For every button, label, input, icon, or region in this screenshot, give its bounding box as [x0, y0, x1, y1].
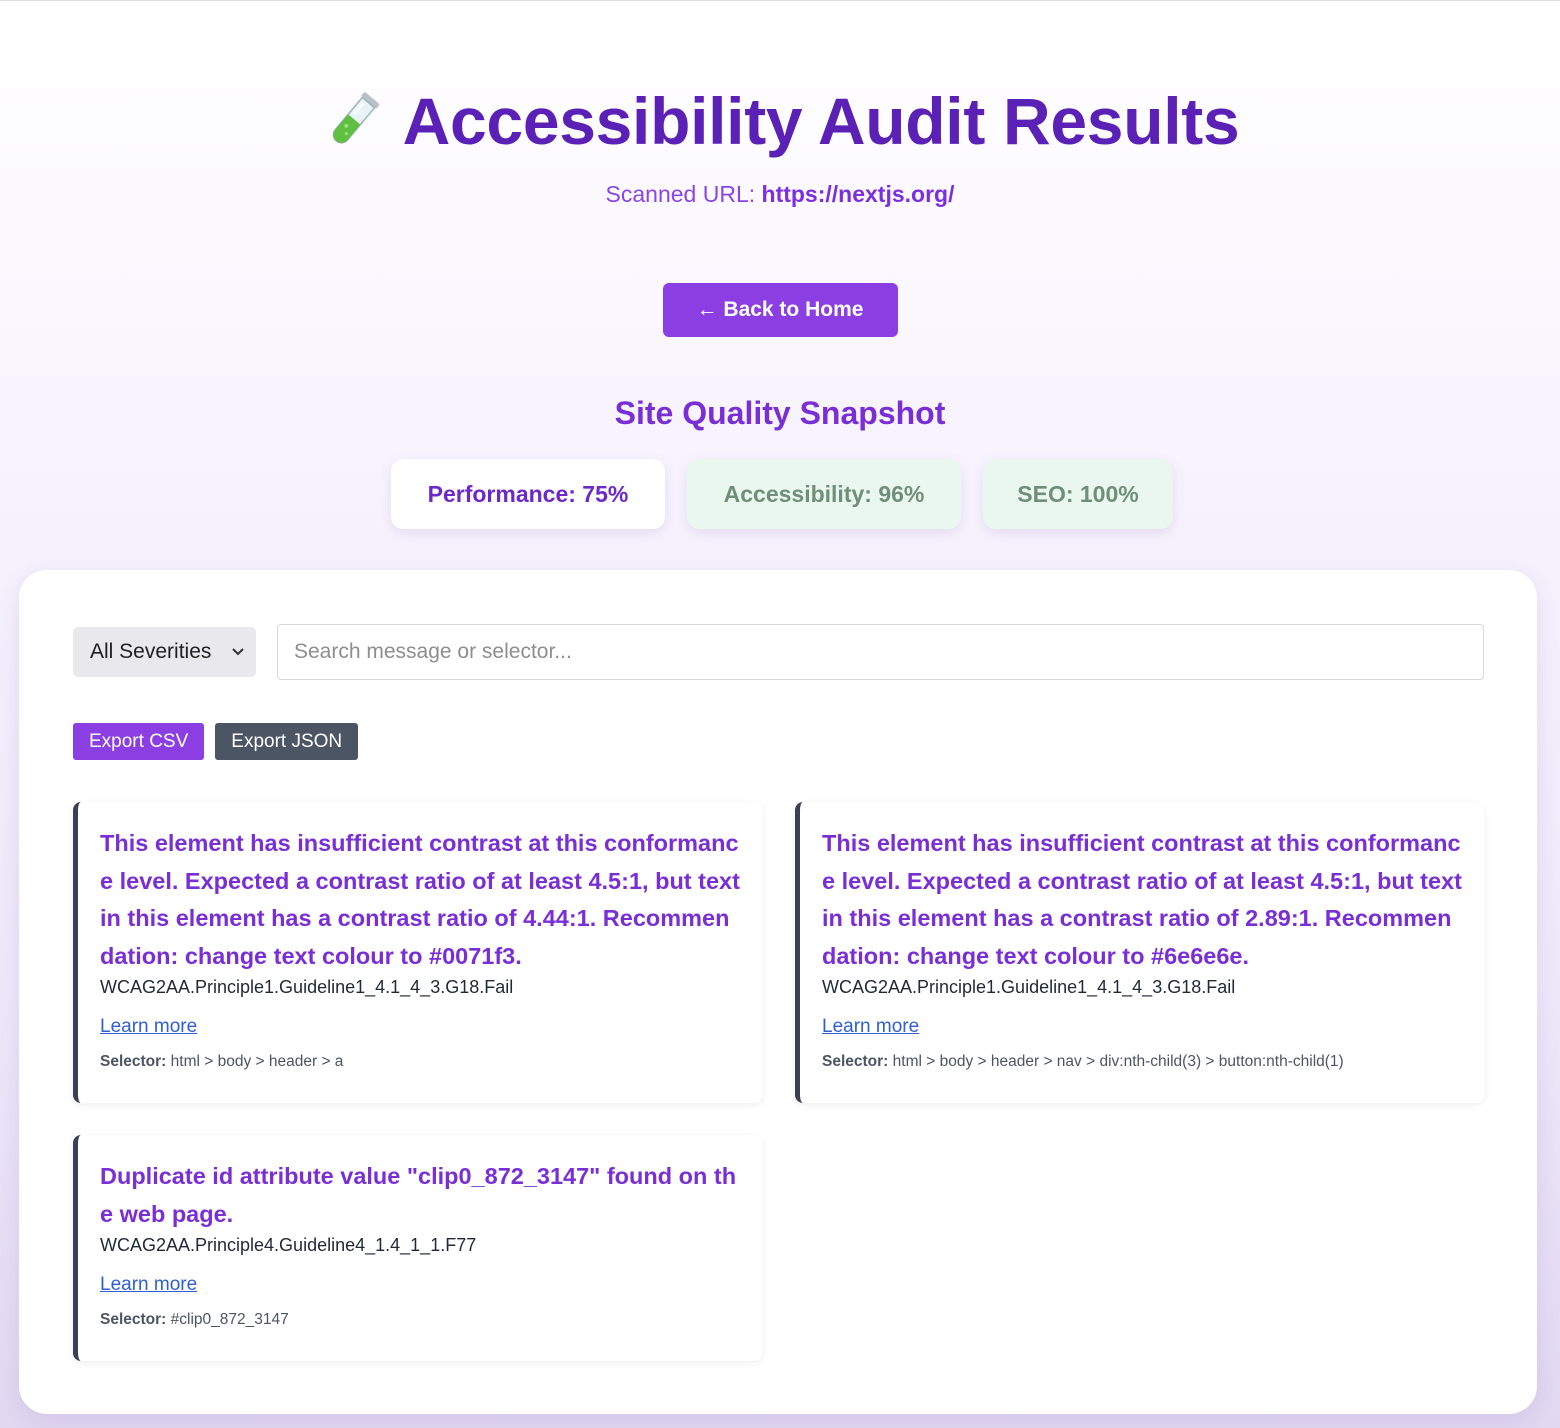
issue-code: WCAG2AA.Principle1.Guideline1_4.1_4_3.G1… — [100, 977, 514, 997]
learn-more-link[interactable]: Learn more — [100, 1013, 197, 1041]
selector-value: #clip0_872_3147 — [170, 1311, 289, 1328]
search-input[interactable] — [277, 624, 1484, 680]
results-panel: All Severities Export CSV Export JSON Th… — [19, 570, 1537, 1414]
chevron-down-icon — [231, 644, 245, 660]
selector-label: Selector: — [100, 1053, 167, 1070]
issue-card: This element has insufficient contrast a… — [795, 802, 1484, 1103]
selector-label: Selector: — [100, 1311, 167, 1328]
export-csv-button[interactable]: Export CSV — [73, 723, 205, 760]
learn-more-link[interactable]: Learn more — [822, 1013, 919, 1041]
score-cards: Performance: 75% Accessibility: 96% SEO:… — [4, 459, 1560, 529]
issue-card: Duplicate id attribute value "clip0_872_… — [73, 1135, 762, 1361]
issue-selector: Selector: #clip0_872_3147 — [100, 1309, 740, 1331]
snapshot-title: Site Quality Snapshot — [614, 395, 946, 431]
issue-message: This element has insufficient contrast a… — [100, 830, 740, 969]
scanned-url-line: Scanned URL: https://nextjs.org/ — [0, 179, 1560, 209]
scanned-url-link[interactable]: https://nextjs.org/ — [762, 181, 955, 207]
filters-bar: All Severities — [73, 624, 1484, 680]
page-header: Accessibility Audit Results Scanned URL:… — [0, 1, 1560, 209]
issue-code: WCAG2AA.Principle4.Guideline4_1.4_1_1.F7… — [100, 1235, 477, 1255]
learn-more-link[interactable]: Learn more — [100, 1271, 197, 1299]
severity-select-value: All Severities — [90, 640, 212, 663]
back-to-home-button[interactable]: ← Back to Home — [662, 283, 898, 337]
issue-code: WCAG2AA.Principle1.Guideline1_4.1_4_3.G1… — [822, 977, 1236, 997]
selector-label: Selector: — [822, 1053, 889, 1070]
issue-selector: Selector: html > body > header > nav > d… — [822, 1051, 1462, 1073]
selector-value: html > body > header > nav > div:nth-chi… — [892, 1053, 1344, 1070]
issue-message: This element has insufficient contrast a… — [822, 830, 1462, 969]
seo-score-card: SEO: 100% — [983, 459, 1173, 529]
issue-selector: Selector: html > body > header > a — [100, 1051, 740, 1073]
issue-card: This element has insufficient contrast a… — [73, 802, 762, 1103]
severity-select[interactable]: All Severities — [73, 627, 256, 677]
scanned-url-label: Scanned URL: — [605, 181, 756, 207]
selector-value: html > body > header > a — [170, 1053, 344, 1070]
page-title: Accessibility Audit Results — [321, 83, 1240, 159]
accessibility-score-card: Accessibility: 96% — [687, 459, 961, 529]
export-json-button[interactable]: Export JSON — [215, 723, 359, 760]
export-buttons: Export CSV Export JSON — [73, 723, 359, 760]
test-tube-icon — [321, 89, 385, 153]
issue-message: Duplicate id attribute value "clip0_872_… — [100, 1163, 737, 1227]
performance-score-card: Performance: 75% — [391, 459, 665, 529]
page-title-text: Accessibility Audit Results — [402, 84, 1240, 158]
